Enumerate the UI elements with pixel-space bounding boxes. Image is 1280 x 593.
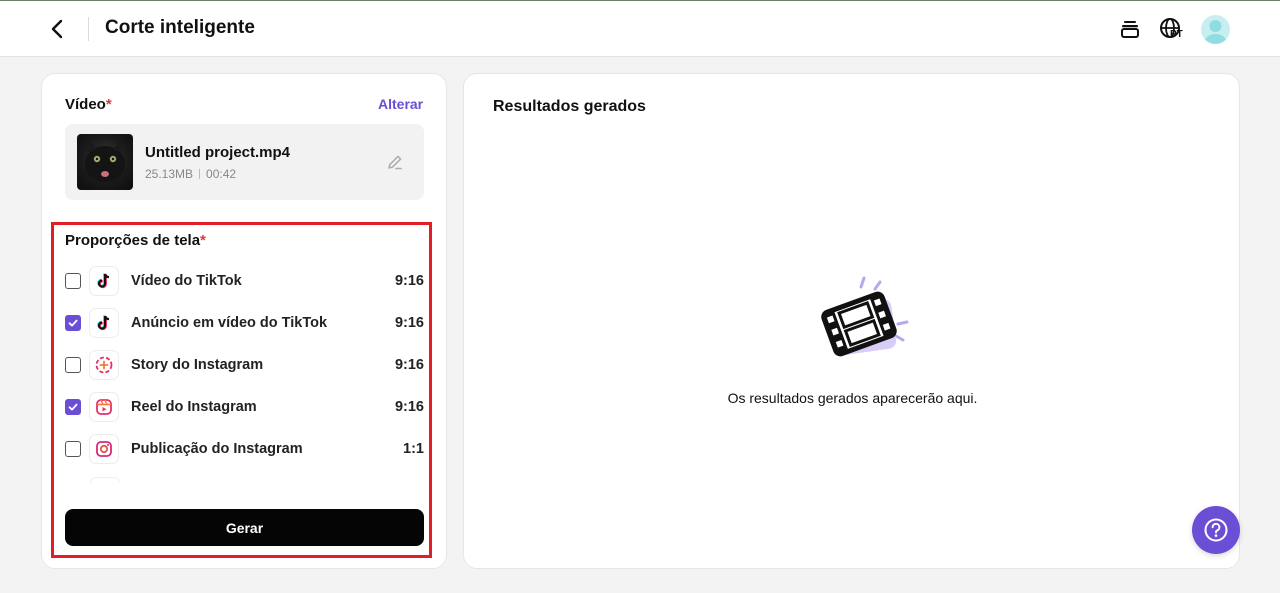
ratio-option-label: Publicação do Instagram — [131, 441, 303, 457]
top-bar: Corte inteligente PT — [0, 0, 1280, 57]
ratio-option-instagram-post[interactable]: Publicação do Instagram 1:1 — [65, 428, 424, 470]
next-option-peek — [90, 477, 120, 483]
rename-button[interactable] — [385, 152, 405, 172]
checkbox[interactable] — [65, 273, 81, 289]
ratio-section-label: Proporções de tela* — [65, 232, 206, 249]
video-section-label: Vídeo* — [65, 96, 112, 113]
video-file-size: 25.13MB — [145, 167, 194, 181]
language-code: PT — [1170, 29, 1183, 40]
ratio-option-label: Anúncio em vídeo do TikTok — [131, 315, 328, 331]
ratio-option-value: 9:16 — [394, 399, 424, 415]
meta-separator — [199, 169, 201, 179]
checkbox[interactable] — [65, 315, 81, 331]
change-video-link[interactable]: Alterar — [378, 96, 423, 112]
video-file-name: Untitled project.mp4 — [145, 144, 291, 161]
tiktok-icon — [89, 266, 119, 296]
tiktok-icon — [89, 308, 119, 338]
tasks-button[interactable] — [1117, 15, 1143, 43]
ratio-option-instagram-reel[interactable]: Reel do Instagram 9:16 — [65, 386, 424, 428]
chevron-left-icon — [51, 19, 63, 39]
ratio-option-tiktok-video[interactable]: Vídeo do TikTok 9:16 — [65, 260, 424, 302]
ratio-option-value: 1:1 — [403, 441, 424, 457]
checkbox[interactable] — [65, 441, 81, 457]
settings-panel: Vídeo* Alterar Untitled project.mp4 25.1… — [41, 73, 447, 569]
ratio-option-label: Reel do Instagram — [131, 399, 257, 415]
pencil-icon — [388, 155, 402, 170]
results-panel: Resultados gerados Os resultados gerados… — [463, 73, 1240, 569]
back-button[interactable] — [44, 15, 70, 43]
video-file-meta: 25.13MB 00:42 — [145, 167, 236, 181]
instagram-story-icon — [89, 350, 119, 380]
help-button[interactable] — [1192, 506, 1240, 554]
check-icon — [68, 319, 78, 327]
film-icon — [821, 276, 909, 357]
video-duration: 00:42 — [206, 167, 237, 181]
ratio-option-label: Vídeo do TikTok — [131, 273, 242, 289]
ratio-option-value: 9:16 — [394, 315, 424, 331]
instagram-icon — [89, 434, 119, 464]
results-title: Resultados gerados — [493, 98, 646, 115]
empty-state-text: Os resultados gerados aparecerão aqui. — [727, 390, 978, 406]
checkbox[interactable] — [65, 399, 81, 415]
video-file-card: Untitled project.mp4 25.13MB 00:42 — [65, 124, 424, 200]
check-icon — [68, 403, 78, 411]
ratio-option-value: 9:16 — [394, 357, 424, 373]
ratio-option-instagram-story[interactable]: Story do Instagram 9:16 — [65, 344, 424, 386]
user-avatar-icon — [1204, 20, 1227, 44]
generate-button[interactable]: Gerar — [65, 509, 424, 546]
page-title: Corte inteligente — [105, 17, 255, 38]
header-divider — [88, 17, 89, 41]
ratio-list: Vídeo do TikTok 9:16 Anúncio em vídeo do… — [65, 260, 424, 470]
ratio-option-label: Story do Instagram — [131, 357, 264, 373]
instagram-reel-icon — [89, 392, 119, 422]
checkbox[interactable] — [65, 357, 81, 373]
ratio-option-tiktok-ad[interactable]: Anúncio em vídeo do TikTok 9:16 — [65, 302, 424, 344]
video-thumbnail — [77, 134, 133, 190]
avatar[interactable] — [1201, 15, 1230, 44]
stack-icon — [1121, 21, 1139, 38]
question-icon — [1204, 518, 1228, 542]
ratio-option-value: 9:16 — [394, 273, 424, 289]
